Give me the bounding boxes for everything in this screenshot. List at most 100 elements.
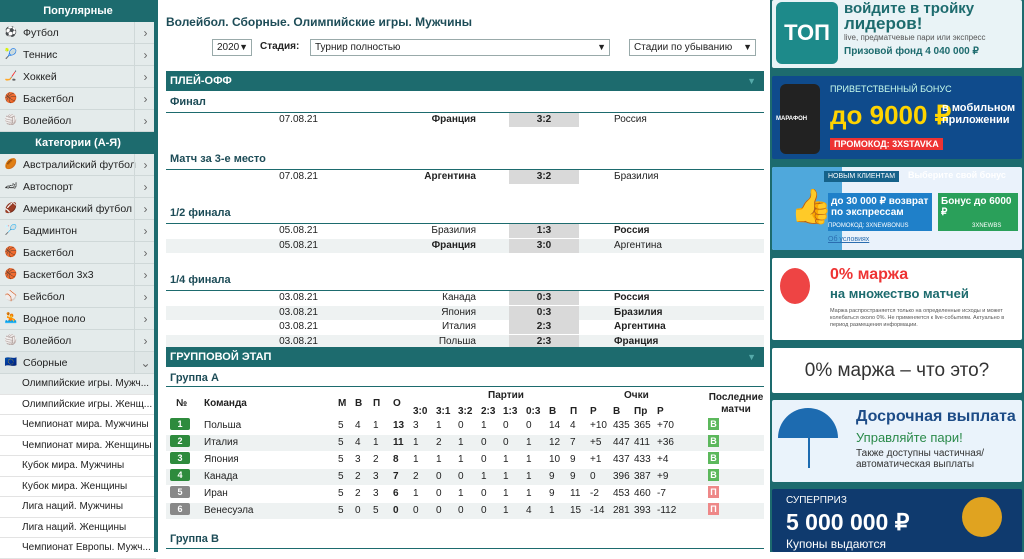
subcategory-item[interactable]: Олимпийские игры. Мужч... <box>0 374 156 395</box>
cell-team[interactable]: Канада <box>204 469 238 485</box>
match-row[interactable]: 03.08.21 Канада 0:3 Россия <box>166 291 764 305</box>
subcategory-item[interactable]: Чемпионат мира. Мужчины <box>0 415 156 436</box>
match-score[interactable]: 3:0 <box>509 238 579 253</box>
ad-new-clients[interactable]: 👍 НОВЫМ КЛИЕНТАМ Выберите свой бонус до … <box>772 167 1022 250</box>
sidebar-item[interactable]: 🎾 Теннис › <box>0 44 156 66</box>
position-badge: 6 <box>170 503 190 515</box>
cell-ppr: 365 <box>634 420 651 431</box>
position-badge: 1 <box>170 418 190 430</box>
chevron-right-icon: › <box>134 242 156 263</box>
table-header-s31: 3:1 <box>436 406 451 417</box>
year-select[interactable]: 2020 ▼ <box>212 39 252 56</box>
table-row[interactable]: 6Венесуэла5050000014115-14281393-112ПППП <box>166 503 764 519</box>
subcategory-item[interactable]: Кубок мира. Мужчины <box>0 456 156 477</box>
match-row[interactable]: 07.08.21 Аргентина 3:2 Бразилия <box>166 169 764 184</box>
badminton-icon: 🏸 <box>4 225 18 236</box>
match-date: 03.08.21 <box>279 306 318 318</box>
cell-o: 7 <box>393 471 399 482</box>
table-row[interactable]: 3Япония5328111011109+1437433+4ПВПВ <box>166 452 764 468</box>
cell-s23: 1 <box>481 471 487 482</box>
sidebar-item-label: Бадминтон <box>23 224 78 237</box>
ad-margin-question[interactable]: 0% маржа – что это? <box>772 348 1022 393</box>
playoff-bar[interactable]: ПЛЕЙ-ОФФ ▼ <box>166 71 764 91</box>
sidebar-item[interactable]: 🏀 Баскетбол › <box>0 88 156 110</box>
match-score[interactable]: 2:3 <box>509 320 579 334</box>
sidebar-item[interactable]: 🏉 Австралийский футбол › <box>0 154 156 176</box>
match-row[interactable]: 03.08.21 Япония 0:3 Бразилия <box>166 305 764 320</box>
tennis-icon: 🎾 <box>4 49 18 60</box>
cell-team[interactable]: Иран <box>204 486 228 502</box>
cell-team[interactable]: Венесуэла <box>204 503 253 519</box>
subcategory-item[interactable]: Чемпионат мира. Женщины <box>0 435 156 456</box>
table-header-team: Команда <box>204 398 247 409</box>
ad-text: Купоны выдаются <box>786 537 887 551</box>
ad-link[interactable]: Об условиях <box>828 236 869 243</box>
chevron-down-icon: ⌄ <box>134 352 156 373</box>
match-row[interactable]: 03.08.21 Италия 2:3 Аргентина <box>166 320 764 334</box>
match-score[interactable]: 0:3 <box>509 291 579 305</box>
table-row[interactable]: 2Италия54111121001127+5447411+36ВВВВ <box>166 435 764 451</box>
subcategory-item[interactable]: Олимпийские игры. Женщ... <box>0 394 156 415</box>
cell-pr: +9 <box>657 471 669 482</box>
table-row[interactable]: 4Канада5237200111990396387+9ПППВ <box>166 469 764 485</box>
cell-s23: 0 <box>481 505 487 516</box>
ad-text: СУПЕРПРИЗ <box>786 495 847 506</box>
sidebar-item[interactable]: 🏀 Баскетбол › <box>0 242 156 264</box>
hockey-icon: 🏒 <box>4 71 18 82</box>
stage-select[interactable]: Турнир полностью ▼ <box>310 39 610 56</box>
sidebar-item[interactable]: ⚽ Футбол › <box>0 22 156 44</box>
sidebar-item[interactable]: 🏐 Волейбол › <box>0 110 156 132</box>
ad-bonus-9000[interactable]: МАРАФОН ПРИВЕТСТВЕННЫЙ БОНУС до 9000 ₽ в… <box>772 76 1022 159</box>
match-score[interactable]: 0:3 <box>509 305 579 320</box>
match-score[interactable]: 1:3 <box>509 224 579 238</box>
match-score[interactable]: 3:2 <box>509 169 579 184</box>
sidebar-item[interactable]: 🏐 Волейбол › <box>0 330 156 352</box>
match-row[interactable]: 07.08.21 Франция 3:2 Россия <box>166 113 764 127</box>
football-icon: ⚽ <box>4 27 18 38</box>
cell-sv: 10 <box>549 454 561 465</box>
cell-o: 11 <box>393 437 404 448</box>
table-row[interactable]: 1Польша54113310100144+10435365+70ВВВВ <box>166 418 764 434</box>
sidebar-item[interactable]: 🏀 Баскетбол 3х3 › <box>0 264 156 286</box>
home-team: Франция <box>431 114 476 125</box>
ad-text: 5 000 000 ₽ <box>786 509 910 535</box>
divider <box>166 548 764 549</box>
sidebar-item[interactable]: 🇪🇺 Сборные ⌄ <box>0 352 156 374</box>
ad-early-cashout[interactable]: Досрочная выплата Управляйте пари! Также… <box>772 400 1022 482</box>
sidebar-item[interactable]: 🏒 Хоккей › <box>0 66 156 88</box>
cell-team[interactable]: Япония <box>204 452 239 468</box>
table-header-s03: 0:3 <box>526 406 541 417</box>
ad-top-leaders[interactable]: ТОП войдите в тройку лидеров! live, пред… <box>772 0 1022 68</box>
sidebar-item[interactable]: ⚾ Бейсбол › <box>0 286 156 308</box>
match-row[interactable]: 05.08.21 Бразилия 1:3 Россия <box>166 224 764 238</box>
cell-s31: 0 <box>436 471 442 482</box>
sidebar-item[interactable]: 🏈 Американский футбол › <box>0 198 156 220</box>
ad-text: live, предматчевые пари или экспресс <box>844 33 986 42</box>
match-row[interactable]: 05.08.21 Франция 3:0 Аргентина <box>166 238 764 253</box>
ad-zero-margin[interactable]: 0% маржа на множество матчей Маржа распр… <box>772 258 1022 340</box>
subcategory-item[interactable]: Лига наций. Женщины <box>0 517 156 538</box>
table-row[interactable]: 5Иран5236101011911-2453460-7ППВП <box>166 486 764 502</box>
match-score[interactable]: 3:2 <box>509 113 579 127</box>
sidebar-item[interactable]: 🤽 Водное поло › <box>0 308 156 330</box>
subcategory-item[interactable]: Лига наций. Мужчины <box>0 497 156 518</box>
cell-m: 5 <box>338 488 344 499</box>
cell-s32: 1 <box>458 488 464 499</box>
table-header-s23: 2:3 <box>481 406 496 417</box>
cell-v: 4 <box>355 437 361 448</box>
sidebar-item[interactable]: 🏎 Автоспорт › <box>0 176 156 198</box>
sort-select[interactable]: Стадии по убыванию ▼ <box>629 39 756 56</box>
table-header-v: В <box>355 398 363 409</box>
position-badge: 2 <box>170 435 190 447</box>
group-stage-bar[interactable]: ГРУППОВОЙ ЭТАП ▼ <box>166 347 764 367</box>
aussie-football-icon: 🏉 <box>4 159 18 170</box>
subcategory-item[interactable]: Кубок мира. Женщины <box>0 476 156 497</box>
table-header-sp: П <box>570 406 578 417</box>
cell-team[interactable]: Италия <box>204 435 238 451</box>
sidebar-item[interactable]: 🏸 Бадминтон › <box>0 220 156 242</box>
sidebar-scrollbar[interactable] <box>154 0 158 552</box>
subcategory-item[interactable]: Чемпионат Европы. Мужч... <box>0 538 156 559</box>
basketball-icon: 🏀 <box>4 247 18 258</box>
ad-superprize[interactable]: СУПЕРПРИЗ 5 000 000 ₽ Купоны выдаются <box>772 489 1022 552</box>
cell-team[interactable]: Польша <box>204 418 241 434</box>
